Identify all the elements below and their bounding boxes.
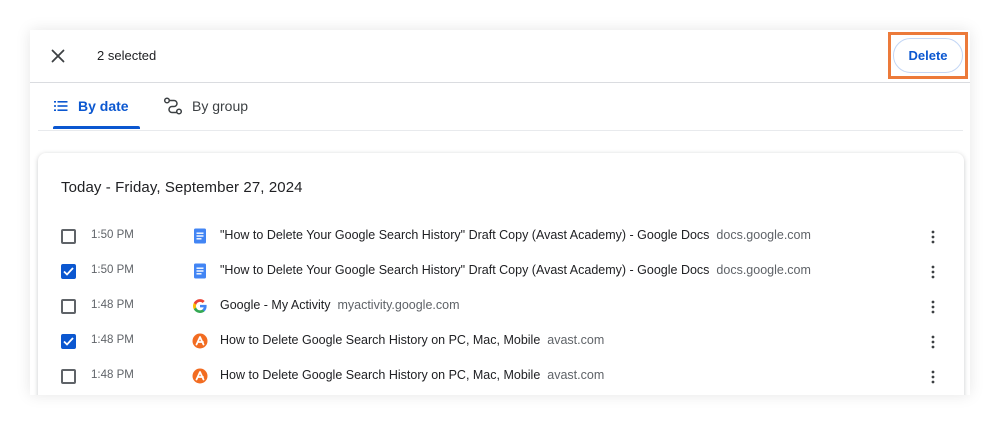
google-docs-icon [194, 263, 206, 279]
more-actions-button[interactable] [922, 366, 944, 388]
tab-by-date[interactable]: By date [53, 83, 140, 129]
checkmark-icon [63, 267, 74, 276]
history-entry-link[interactable]: "How to Delete Your Google Search Histor… [220, 228, 811, 242]
more-actions-button[interactable] [922, 296, 944, 318]
row-checkbox[interactable] [61, 369, 76, 384]
history-row[interactable]: 1:50 PM "How to Delete Your Google Searc… [38, 254, 964, 289]
history-row[interactable]: 1:48 PM How to Delete Google Search Hist… [38, 359, 964, 394]
page-domain: docs.google.com [716, 263, 811, 277]
page-title: "How to Delete Your Google Search Histor… [220, 228, 710, 242]
page-domain: docs.google.com [716, 228, 811, 242]
google-icon [193, 299, 207, 313]
close-icon [51, 49, 65, 63]
history-panel: 2 selected Delete By date By group Today… [30, 30, 970, 395]
visit-time: 1:48 PM [91, 334, 134, 346]
more-vert-icon [931, 265, 935, 279]
group-route-icon [163, 97, 183, 115]
history-day-card: Today - Friday, September 27, 2024 1:50 … [38, 153, 964, 395]
view-tabs: By date By group [38, 83, 963, 131]
tab-by-group[interactable]: By group [163, 83, 248, 129]
checkmark-icon [63, 337, 74, 346]
page-title: Google - My Activity [220, 298, 331, 312]
history-row[interactable]: 1:48 PM How to Delete Google Search Hist… [38, 324, 964, 359]
list-icon [54, 101, 68, 111]
row-checkbox[interactable] [61, 229, 76, 244]
page-title: How to Delete Google Search History on P… [220, 333, 541, 347]
visit-time: 1:50 PM [91, 264, 134, 276]
page-domain: avast.com [547, 333, 605, 347]
page-title: How to Delete Google Search History on P… [220, 368, 541, 382]
history-row[interactable]: 1:50 PM "How to Delete Your Google Searc… [38, 219, 964, 254]
visit-time: 1:50 PM [91, 229, 134, 241]
more-vert-icon [931, 370, 935, 384]
avast-icon [192, 333, 208, 349]
page-domain: myactivity.google.com [337, 298, 460, 312]
row-checkbox[interactable] [61, 299, 76, 314]
page-domain: avast.com [547, 368, 605, 382]
more-vert-icon [931, 300, 935, 314]
history-entry-link[interactable]: Google - My Activity myactivity.google.co… [220, 298, 460, 312]
more-vert-icon [931, 230, 935, 244]
more-vert-icon [931, 335, 935, 349]
page-title: "How to Delete Your Google Search Histor… [220, 263, 710, 277]
tab-by-group-label: By group [192, 98, 249, 114]
section-date-heading: Today - Friday, September 27, 2024 [61, 179, 303, 196]
history-row[interactable]: 1:48 PM Google - My Activity myactivity.g… [38, 289, 964, 324]
history-entry-link[interactable]: "How to Delete Your Google Search Histor… [220, 263, 811, 277]
active-tab-indicator [53, 126, 140, 129]
avast-icon [192, 368, 208, 384]
tab-by-date-label: By date [78, 98, 129, 114]
delete-button[interactable]: Delete [893, 38, 963, 73]
visit-time: 1:48 PM [91, 299, 134, 311]
history-entry-link[interactable]: How to Delete Google Search History on P… [220, 368, 604, 382]
selection-toolbar: 2 selected Delete [30, 30, 970, 83]
history-entry-link[interactable]: How to Delete Google Search History on P… [220, 333, 604, 347]
visit-time: 1:48 PM [91, 369, 134, 381]
more-actions-button[interactable] [922, 331, 944, 353]
google-docs-icon [194, 228, 206, 244]
close-selection-button[interactable] [46, 44, 70, 68]
selected-count: 2 selected [97, 48, 157, 63]
more-actions-button[interactable] [922, 261, 944, 283]
row-checkbox[interactable] [61, 264, 76, 279]
more-actions-button[interactable] [922, 226, 944, 248]
row-checkbox[interactable] [61, 334, 76, 349]
